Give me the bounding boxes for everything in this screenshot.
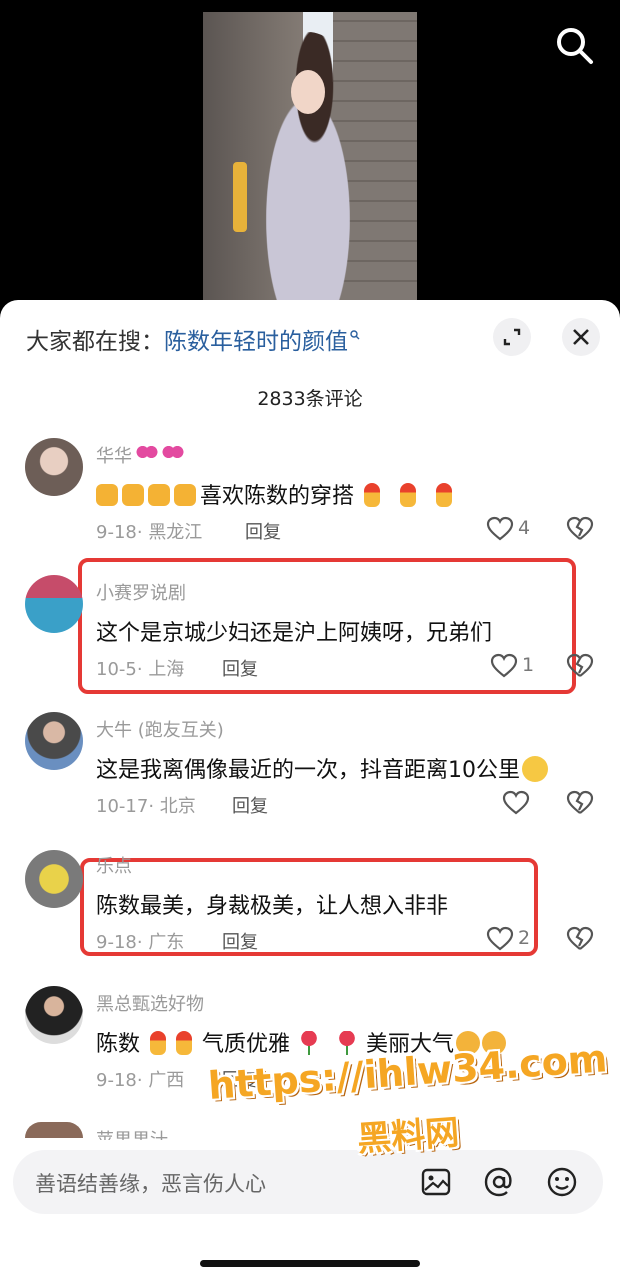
hearts-emoji [162,444,184,464]
comment-username[interactable]: 苹果果汁 [96,1126,168,1140]
trending-term[interactable]: 陈数年轻时的颜值 [164,329,348,355]
close-icon [573,329,589,345]
broken-heart-icon [566,790,594,814]
reply-button[interactable]: 回复 [232,792,268,818]
close-button[interactable] [562,318,600,356]
search-button[interactable] [553,24,597,68]
image-button[interactable] [418,1164,454,1200]
comment-text: 陈数 气质优雅 美丽大气 [96,1026,507,1058]
reply-button[interactable]: 回复 [245,518,281,544]
trending-search[interactable]: 大家都在搜：陈数年轻时的颜值 [26,322,360,356]
emoji-button[interactable] [544,1164,580,1200]
comment-meta: 10-17· 北京 [96,796,196,817]
like-count: 2 [518,927,531,949]
avatar[interactable] [25,850,83,908]
comment-input-bar[interactable]: 善语结善缘，恶言伤人心 [13,1150,603,1214]
woman-face [291,70,325,114]
video-thumbnail[interactable] [203,12,417,300]
expand-icon [503,328,521,346]
comments-header: 大家都在搜：陈数年轻时的颜值 [0,300,620,380]
rose-emoji [300,1031,319,1055]
heart-icon [486,926,514,951]
comment-count: 2833条评论 [257,388,363,410]
broken-heart-icon [566,653,594,677]
broken-heart-icon [566,516,594,540]
heart-icon [502,790,530,815]
sweat-smile-emoji [522,756,548,782]
finger-heart-emoji [436,483,453,507]
finger-heart-emoji [176,1031,193,1055]
avatar[interactable] [25,575,83,633]
thumbs-up-emoji [96,484,118,506]
comment-text: 这是我离偶像最近的一次，抖音距离10公里 [96,752,548,784]
at-sign-icon [484,1167,512,1197]
comment-meta: 9-18· 广东 [96,932,185,953]
avatar[interactable] [25,438,83,496]
avatar[interactable] [25,986,83,1044]
like-button[interactable] [502,788,552,818]
reply-button[interactable]: 回复 [222,1066,258,1092]
heart-icon [490,653,518,678]
expand-button[interactable] [493,318,531,356]
comment-username[interactable]: 乐点 [96,852,132,878]
like-count: 4 [518,517,531,539]
mention-button[interactable] [481,1164,517,1200]
like-button[interactable]: 1 [490,651,540,681]
broken-heart-icon [566,926,594,950]
dislike-button[interactable] [566,516,596,546]
drink-bottle [233,162,247,232]
comment-username[interactable]: 黑总甄选好物 [96,990,204,1016]
comment-input[interactable]: 善语结善缘，恶言伤人心 [35,1168,266,1198]
comment-text: 喜欢陈数的穿搭 [96,478,462,510]
image-icon [421,1168,451,1196]
clapping-emoji [482,1031,507,1055]
comment-meta: 10-5· 上海 [96,659,185,680]
comment-username[interactable]: 小赛罗说剧 [96,579,186,605]
avatar[interactable] [25,712,83,770]
like-count: 1 [522,654,535,676]
like-button[interactable]: 2 [486,924,536,954]
reply-button[interactable]: 回复 [222,655,258,681]
smiley-icon [547,1167,577,1197]
finger-heart-emoji [364,483,381,507]
search-icon [557,28,593,64]
trending-prefix: 大家都在搜： [26,329,164,355]
avatar[interactable] [25,1122,83,1138]
comment-meta: 9-18· 黑龙江 [96,522,203,543]
like-button[interactable]: 4 [486,514,536,544]
finger-heart-emoji [150,1031,167,1055]
rose-emoji [338,1031,357,1055]
dislike-button[interactable] [566,790,596,820]
comment-meta: 9-18· 广西 [96,1070,185,1091]
thumbs-up-emoji [148,484,170,506]
dislike-button[interactable] [566,926,596,956]
thumbs-up-emoji [174,484,196,506]
comment-text: 陈数最美，身裁极美，让人想入非非 [96,894,449,919]
comment-username[interactable]: 大牛 (跑友互关) [96,716,224,742]
hearts-emoji [136,444,158,464]
video-area[interactable] [0,0,620,300]
clapping-emoji [456,1031,481,1055]
thumbs-up-emoji [122,484,144,506]
dislike-button[interactable] [566,653,596,683]
comment-text: 这个是京城少妇还是沪上阿姨呀，兄弟们 [96,621,493,646]
home-indicator[interactable] [200,1260,420,1267]
small-search-icon [350,330,360,340]
reply-button[interactable]: 回复 [222,928,258,954]
comment-username[interactable]: 华华 [96,442,184,468]
finger-heart-emoji [400,483,417,507]
heart-icon [486,516,514,541]
